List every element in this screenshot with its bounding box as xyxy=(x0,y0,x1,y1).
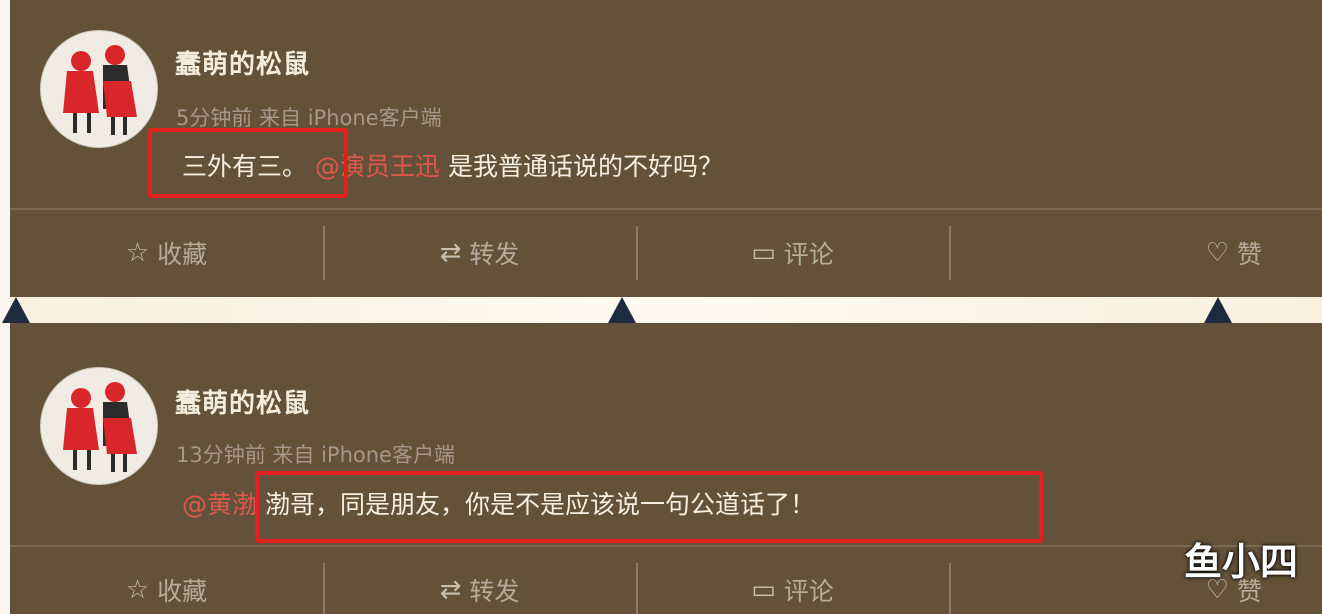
content-prefix: 三外有三。 xyxy=(182,152,308,181)
repost-label: 转发 xyxy=(469,240,520,269)
mention-link[interactable]: @演员王迅 xyxy=(315,152,440,181)
separator-strip xyxy=(10,297,1322,323)
decor-triangle xyxy=(2,297,30,323)
post-meta: 5分钟前 来自 iPhone客户端 xyxy=(176,106,442,130)
decor-triangle xyxy=(608,297,636,323)
repost-button[interactable]: ⇄ 转发 xyxy=(323,212,636,294)
divider xyxy=(10,545,1322,547)
repost-label: 转发 xyxy=(469,577,520,606)
avatar[interactable] xyxy=(40,367,158,485)
comment-label: 评论 xyxy=(783,240,834,269)
favorite-button[interactable]: ☆ 收藏 xyxy=(10,549,323,614)
watermark: 鱼小四 xyxy=(1183,540,1298,584)
favorite-button[interactable]: ☆ 收藏 xyxy=(10,212,323,294)
decor-triangle xyxy=(1204,297,1232,323)
like-icon: ♡ xyxy=(1205,238,1229,268)
star-icon: ☆ xyxy=(125,575,150,605)
comment-button[interactable]: ▭ 评论 xyxy=(636,549,949,614)
repost-button[interactable]: ⇄ 转发 xyxy=(323,549,636,614)
content-text: 是我普通话说的不好吗？ xyxy=(447,152,723,181)
weibo-post-card: 蠢萌的松鼠 5分钟前 来自 iPhone客户端 三外有三。 @演员王迅 是我普通… xyxy=(10,0,1322,297)
avatar[interactable] xyxy=(40,30,158,148)
username[interactable]: 蠢萌的松鼠 xyxy=(175,44,310,81)
mention-link[interactable]: @黄渤 xyxy=(182,490,257,519)
comment-label: 评论 xyxy=(783,577,834,606)
like-button[interactable]: ♡ 赞 xyxy=(949,212,1322,294)
comment-button[interactable]: ▭ 评论 xyxy=(636,212,949,294)
repost-icon: ⇄ xyxy=(439,238,462,268)
action-bar: ☆ 收藏 ⇄ 转发 ▭ 评论 ♡ 赞 xyxy=(10,212,1322,294)
post-meta: 13分钟前 来自 iPhone客户端 xyxy=(176,443,455,467)
action-bar: ☆ 收藏 ⇄ 转发 ▭ 评论 ♡ 赞 xyxy=(10,549,1322,614)
comment-icon: ▭ xyxy=(751,238,776,268)
repost-icon: ⇄ xyxy=(439,575,462,605)
divider xyxy=(10,208,1322,210)
content-text: 渤哥，同是朋友，你是不是应该说一句公道话了！ xyxy=(264,490,815,519)
comment-icon: ▭ xyxy=(751,575,776,605)
favorite-label: 收藏 xyxy=(157,577,208,606)
username[interactable]: 蠢萌的松鼠 xyxy=(175,383,310,420)
post-content: 三外有三。 @演员王迅 是我普通话说的不好吗？ xyxy=(182,147,723,183)
like-label: 赞 xyxy=(1236,240,1262,269)
favorite-label: 收藏 xyxy=(157,240,208,269)
post-content: @黄渤 渤哥，同是朋友，你是不是应该说一句公道话了！ xyxy=(182,485,815,521)
weibo-post-card: 蠢萌的松鼠 13分钟前 来自 iPhone客户端 @黄渤 渤哥，同是朋友，你是不… xyxy=(10,323,1322,614)
star-icon: ☆ xyxy=(125,238,150,268)
